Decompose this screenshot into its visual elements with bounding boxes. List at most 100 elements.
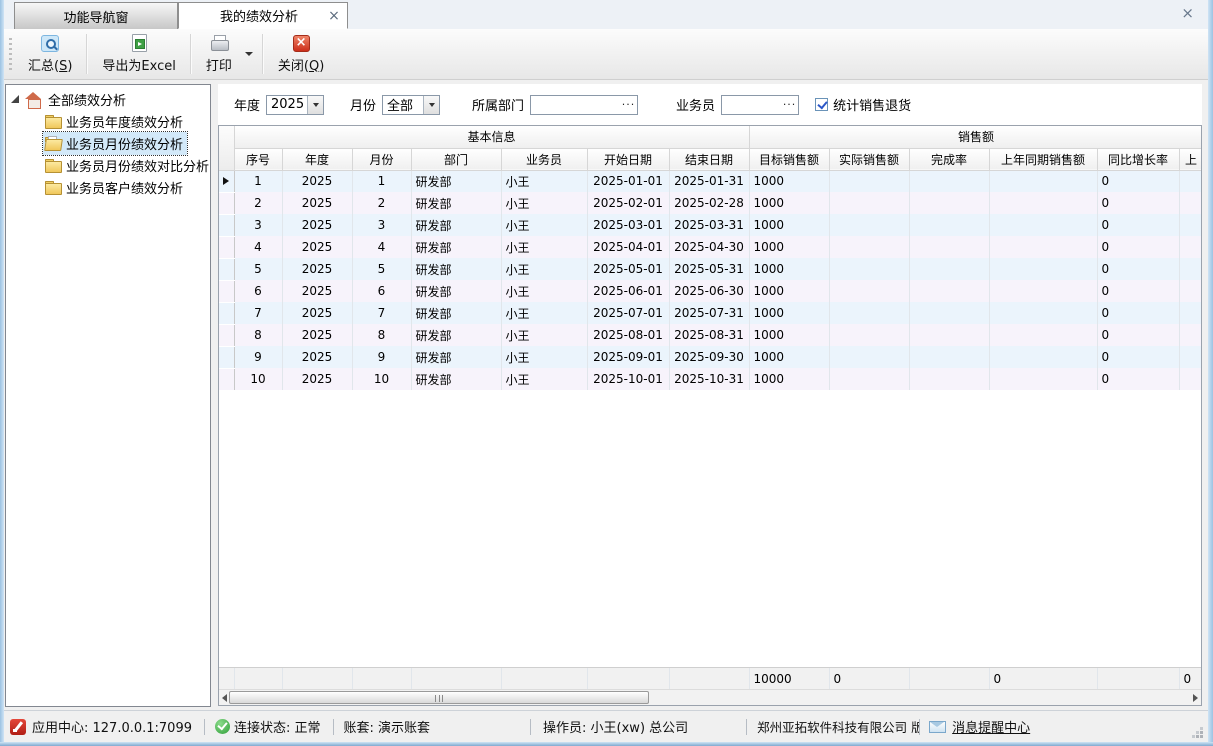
- cell[interactable]: [909, 236, 989, 258]
- cell[interactable]: 小王: [501, 280, 587, 302]
- column-header[interactable]: 部门: [411, 148, 501, 170]
- cell[interactable]: 0: [1097, 324, 1179, 346]
- cell[interactable]: 1000: [749, 280, 829, 302]
- row-selector-header[interactable]: [219, 126, 234, 170]
- cell[interactable]: [989, 170, 1097, 192]
- cell[interactable]: 5: [352, 258, 411, 280]
- scrollbar-thumb[interactable]: [229, 691, 649, 704]
- tree-root-item[interactable]: 全部绩效分析: [6, 88, 210, 110]
- cell[interactable]: 0: [1097, 214, 1179, 236]
- cell[interactable]: [1179, 192, 1202, 214]
- cell[interactable]: 2025-05-31: [669, 258, 749, 280]
- cell[interactable]: [989, 302, 1097, 324]
- cell[interactable]: 小王: [501, 192, 587, 214]
- cell[interactable]: [989, 368, 1097, 390]
- table-row[interactable]: 10202510研发部小王2025-10-012025-10-3110000: [219, 368, 1202, 390]
- cell[interactable]: 0: [1097, 258, 1179, 280]
- cell[interactable]: [1179, 214, 1202, 236]
- table-row[interactable]: 820258研发部小王2025-08-012025-08-3110000: [219, 324, 1202, 346]
- column-header[interactable]: 目标销售额: [749, 148, 829, 170]
- cell[interactable]: 3: [234, 214, 282, 236]
- window-close-icon[interactable]: ×: [1181, 6, 1194, 21]
- cell[interactable]: 2025-02-01: [587, 192, 669, 214]
- cell[interactable]: 2025: [282, 236, 352, 258]
- row-selector-cell[interactable]: [219, 258, 234, 280]
- cell[interactable]: [989, 214, 1097, 236]
- cell[interactable]: 10: [234, 368, 282, 390]
- cell[interactable]: 2025-05-01: [587, 258, 669, 280]
- row-selector-cell[interactable]: [219, 214, 234, 236]
- cell[interactable]: [829, 214, 909, 236]
- cell[interactable]: 研发部: [411, 192, 501, 214]
- cell[interactable]: 2025-03-31: [669, 214, 749, 236]
- cell[interactable]: [909, 302, 989, 324]
- cell[interactable]: 2025-10-01: [587, 368, 669, 390]
- year-select[interactable]: 2025: [266, 95, 324, 115]
- cell[interactable]: 小王: [501, 368, 587, 390]
- cell[interactable]: [1179, 302, 1202, 324]
- cell[interactable]: 7: [234, 302, 282, 324]
- cell[interactable]: [829, 302, 909, 324]
- row-selector-cell[interactable]: [219, 324, 234, 346]
- cell[interactable]: 2025-07-31: [669, 302, 749, 324]
- cell[interactable]: 2025-09-30: [669, 346, 749, 368]
- summary-button[interactable]: 汇总(S): [15, 29, 85, 79]
- cell[interactable]: 研发部: [411, 236, 501, 258]
- cell[interactable]: [1179, 324, 1202, 346]
- cell[interactable]: 2025-02-28: [669, 192, 749, 214]
- cell[interactable]: 2025-08-31: [669, 324, 749, 346]
- cell[interactable]: 0: [1097, 368, 1179, 390]
- table-row[interactable]: 620256研发部小王2025-06-012025-06-3010000: [219, 280, 1202, 302]
- cell[interactable]: [829, 258, 909, 280]
- window-resize-grip[interactable]: [1200, 735, 1203, 738]
- month-select-arrow[interactable]: [423, 96, 439, 114]
- table-row[interactable]: 520255研发部小王2025-05-012025-05-3110000: [219, 258, 1202, 280]
- tab-function-navigation[interactable]: 功能导航窗: [14, 2, 178, 29]
- cell[interactable]: 小王: [501, 258, 587, 280]
- table-row[interactable]: 320253研发部小王2025-03-012025-03-3110000: [219, 214, 1202, 236]
- cell[interactable]: 1: [352, 170, 411, 192]
- cell[interactable]: 小王: [501, 214, 587, 236]
- cell[interactable]: [829, 170, 909, 192]
- cell[interactable]: 2: [352, 192, 411, 214]
- scroll-left-arrow-icon[interactable]: [222, 694, 227, 702]
- cell[interactable]: 1000: [749, 346, 829, 368]
- table-row[interactable]: 120251研发部小王2025-01-012025-01-3110000: [219, 170, 1202, 192]
- cell[interactable]: 研发部: [411, 324, 501, 346]
- cell[interactable]: 小王: [501, 236, 587, 258]
- cell[interactable]: 0: [1097, 170, 1179, 192]
- cell[interactable]: [829, 192, 909, 214]
- cell[interactable]: 0: [1097, 280, 1179, 302]
- row-selector-cell[interactable]: [219, 192, 234, 214]
- cell[interactable]: [989, 236, 1097, 258]
- row-selector-cell[interactable]: [219, 346, 234, 368]
- row-selector-cell[interactable]: [219, 302, 234, 324]
- cell[interactable]: 1000: [749, 236, 829, 258]
- cell[interactable]: [909, 280, 989, 302]
- row-selector-cell[interactable]: [219, 170, 234, 192]
- cell[interactable]: 0: [1097, 192, 1179, 214]
- tree-item[interactable]: 业务员客户绩效分析: [6, 176, 210, 198]
- cell[interactable]: 0: [1097, 346, 1179, 368]
- cell[interactable]: [829, 280, 909, 302]
- department-browse-button[interactable]: ···: [620, 96, 637, 114]
- cell[interactable]: 2025: [282, 170, 352, 192]
- cell[interactable]: 4: [352, 236, 411, 258]
- cell[interactable]: [1179, 346, 1202, 368]
- table-row[interactable]: 220252研发部小王2025-02-012025-02-2810000: [219, 192, 1202, 214]
- cell[interactable]: 1000: [749, 258, 829, 280]
- column-header[interactable]: 开始日期: [587, 148, 669, 170]
- salesman-input[interactable]: ···: [721, 95, 799, 115]
- cell[interactable]: 6: [352, 280, 411, 302]
- column-header[interactable]: 年度: [282, 148, 352, 170]
- column-header[interactable]: 结束日期: [669, 148, 749, 170]
- month-select[interactable]: 全部: [382, 95, 440, 115]
- column-header[interactable]: 同比增长率: [1097, 148, 1179, 170]
- cell[interactable]: [1179, 280, 1202, 302]
- cell[interactable]: 6: [234, 280, 282, 302]
- cell[interactable]: 2025-10-31: [669, 368, 749, 390]
- message-center-link[interactable]: 消息提醒中心: [952, 717, 1030, 736]
- cell[interactable]: 研发部: [411, 214, 501, 236]
- cell[interactable]: 2025-07-01: [587, 302, 669, 324]
- cell[interactable]: 小王: [501, 324, 587, 346]
